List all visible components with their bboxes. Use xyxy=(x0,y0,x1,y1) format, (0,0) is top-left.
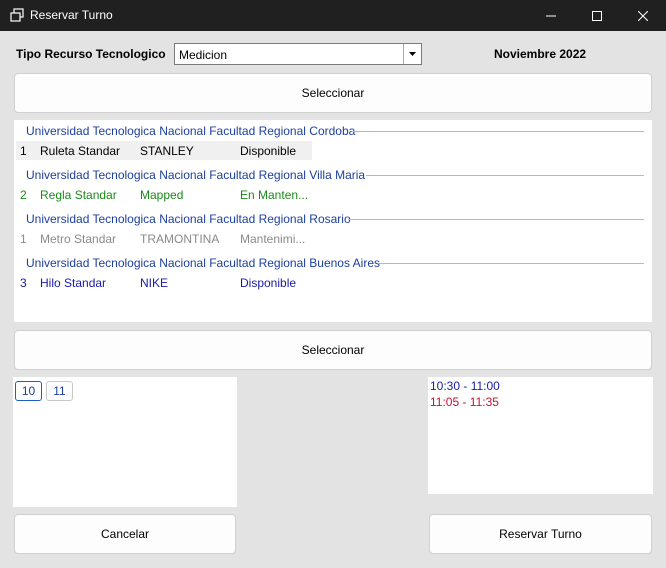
item-number: 3 xyxy=(20,276,27,290)
select-date-button[interactable]: Seleccionar xyxy=(14,330,652,370)
cancel-button-label: Cancelar xyxy=(100,527,150,541)
maximize-icon xyxy=(592,10,602,21)
month-label: Noviembre 2022 xyxy=(494,47,587,61)
cancel-button[interactable]: Cancelar xyxy=(14,514,236,554)
close-icon xyxy=(638,10,648,21)
reserve-button-label: Reservar Turno xyxy=(499,527,582,541)
item-type: Regla Standar xyxy=(40,188,117,202)
maximize-button[interactable] xyxy=(574,0,620,31)
group-header-villa-maria: Universidad Tecnologica Nacional Faculta… xyxy=(26,168,366,182)
item-number: 2 xyxy=(20,188,27,202)
item-number: 1 xyxy=(20,144,27,158)
minimize-icon xyxy=(546,15,556,16)
item-type: Ruleta Standar xyxy=(40,144,121,158)
item-state: En Manten... xyxy=(240,188,309,202)
item-brand: NIKE xyxy=(140,276,169,290)
item-state: Disponible xyxy=(240,144,297,158)
group-divider xyxy=(378,263,644,264)
group-header-rosario: Universidad Tecnologica Nacional Faculta… xyxy=(26,212,351,226)
close-button[interactable] xyxy=(620,0,666,31)
chevron-down-icon[interactable] xyxy=(403,44,421,64)
time-slot[interactable]: 11:05 - 11:35 xyxy=(430,395,499,409)
minimize-button[interactable] xyxy=(528,0,574,31)
group-divider xyxy=(366,175,644,176)
tipo-recurso-value: Medicion xyxy=(179,48,228,62)
day-button[interactable]: 11 xyxy=(46,381,73,401)
times-list[interactable]: 10:30 - 11:00 11:05 - 11:35 xyxy=(428,377,653,494)
group-divider xyxy=(352,131,644,132)
tipo-recurso-label: Tipo Recurso Tecnologico xyxy=(16,47,166,61)
day-button[interactable]: 10 xyxy=(15,381,42,401)
item-type: Metro Standar xyxy=(40,232,117,246)
select-resource-button[interactable]: Seleccionar xyxy=(14,73,652,113)
item-brand: TRAMONTINA xyxy=(140,232,220,246)
select-date-button-label: Seleccionar xyxy=(301,343,365,357)
item-brand: STANLEY xyxy=(140,144,194,158)
days-panel: 10 11 xyxy=(13,377,237,507)
item-state: Mantenimi... xyxy=(240,232,306,246)
item-type: Hilo Standar xyxy=(40,276,107,290)
select-resource-button-label: Seleccionar xyxy=(301,86,365,100)
item-brand: Mapped xyxy=(140,188,184,202)
group-divider xyxy=(348,219,644,220)
list-item[interactable]: 1 Ruleta Standar STANLEY Disponible xyxy=(16,141,312,160)
day-label: 10 xyxy=(21,384,36,398)
reserve-button[interactable]: Reservar Turno xyxy=(429,514,652,554)
group-header-buenos-aires: Universidad Tecnologica Nacional Faculta… xyxy=(26,256,380,270)
item-number: 1 xyxy=(20,232,27,246)
title-bar: Reservar Turno xyxy=(0,0,666,31)
reservar-turno-window: Reservar Turno Tipo Recurso Tecnologico … xyxy=(0,0,666,568)
time-slot[interactable]: 10:30 - 11:00 xyxy=(430,379,500,393)
group-header-cordoba: Universidad Tecnologica Nacional Faculta… xyxy=(26,124,356,138)
tipo-recurso-select[interactable]: Medicion xyxy=(174,43,422,65)
window-title: Reservar Turno xyxy=(30,8,113,22)
app-icon xyxy=(10,8,24,22)
day-label: 11 xyxy=(53,384,66,398)
item-state: Disponible xyxy=(240,276,297,290)
resources-list[interactable]: Universidad Tecnologica Nacional Faculta… xyxy=(14,120,652,322)
